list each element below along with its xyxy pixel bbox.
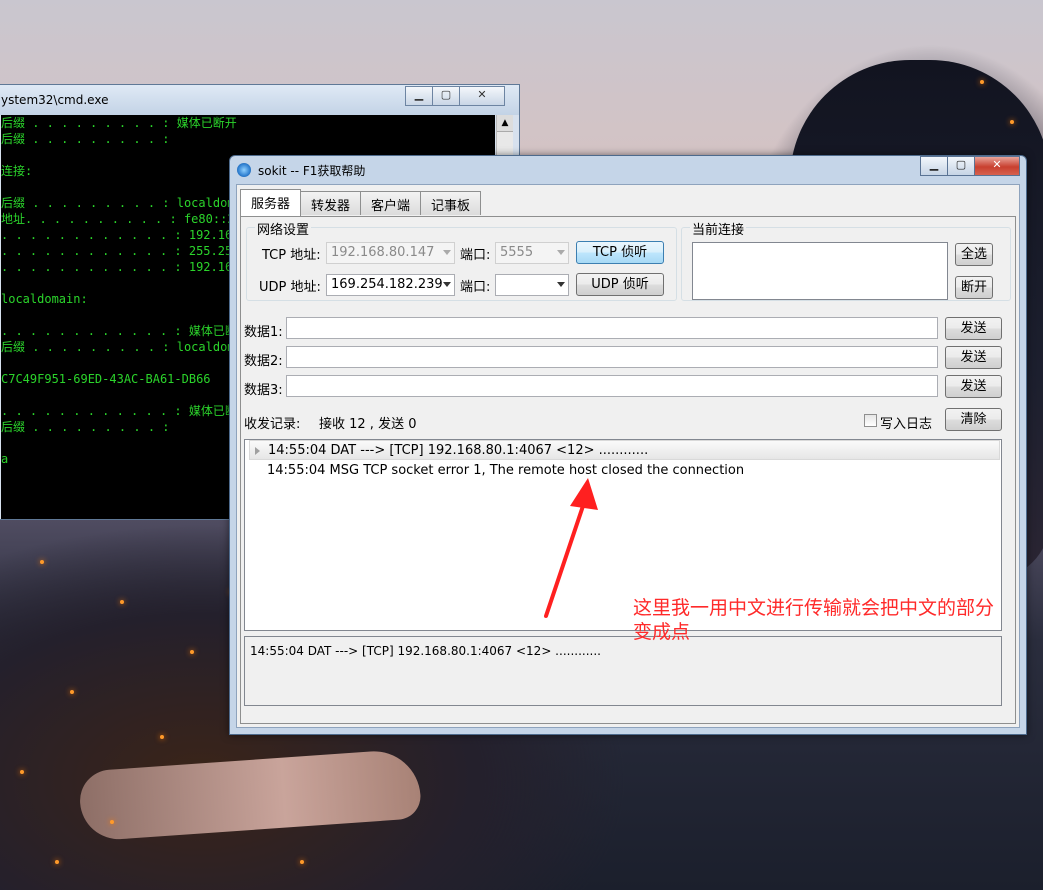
- current-connection-title: 当前连接: [690, 219, 747, 238]
- chevron-down-icon: [443, 250, 451, 255]
- tcp-port-value: 5555: [500, 245, 534, 260]
- sokit-title: sokit -- F1获取帮助: [258, 164, 366, 178]
- minimize-button[interactable]: ▁: [920, 156, 948, 176]
- udp-port-label: 端口:: [460, 280, 491, 295]
- console-line: 后缀 . . . . . . . . . :: [1, 132, 170, 146]
- data1-label: 数据1:: [244, 325, 283, 340]
- close-button[interactable]: ✕: [459, 86, 505, 106]
- data2-input[interactable]: [286, 346, 938, 368]
- log-title: 收发记录:: [244, 417, 301, 432]
- write-log-label: 写入日志: [880, 417, 933, 432]
- maximize-button[interactable]: ▢: [432, 86, 460, 106]
- tab-forwarder[interactable]: 转发器: [300, 191, 362, 215]
- network-settings-title: 网络设置: [255, 219, 312, 238]
- minimize-button[interactable]: ▁: [405, 86, 433, 106]
- log-entry-text: 14:55:04 DAT ---> [TCP] 192.168.80.1:406…: [268, 443, 649, 458]
- tcp-listen-button[interactable]: TCP 侦听: [576, 241, 664, 264]
- tcp-address-label: TCP 地址:: [262, 248, 321, 263]
- data1-input[interactable]: [286, 317, 938, 339]
- udp-address-label: UDP 地址:: [259, 280, 321, 295]
- sokit-app-icon: [237, 163, 251, 177]
- expand-arrow-icon[interactable]: [255, 447, 260, 455]
- tcp-port-label: 端口:: [460, 248, 491, 263]
- cmd-titlebar[interactable]: ystem32\cmd.exe ▁ ▢ ✕: [0, 85, 519, 115]
- clear-button[interactable]: 清除: [945, 408, 1002, 431]
- udp-listen-button[interactable]: UDP 侦听: [576, 273, 664, 296]
- udp-address-combo[interactable]: 169.254.182.239: [326, 274, 455, 296]
- send-data2-button[interactable]: 发送: [945, 346, 1002, 369]
- log-detail-text: 14:55:04 DAT ---> [TCP] 192.168.80.1:406…: [250, 644, 601, 658]
- scroll-up-icon[interactable]: ▲: [497, 115, 513, 132]
- log-detail-pane[interactable]: 14:55:04 DAT ---> [TCP] 192.168.80.1:406…: [244, 636, 1002, 706]
- data3-input[interactable]: [286, 375, 938, 397]
- close-button[interactable]: ✕: [974, 156, 1020, 176]
- annotation-note: 这里我一用中文进行传输就会把中文的部分变成点: [633, 597, 995, 643]
- cmd-title: ystem32\cmd.exe: [1, 93, 109, 107]
- maximize-button[interactable]: ▢: [947, 156, 975, 176]
- log-stats: 接收 12 , 发送 0: [319, 417, 417, 432]
- chevron-down-icon: [557, 250, 565, 255]
- data3-label: 数据3:: [244, 383, 283, 398]
- tab-server[interactable]: 服务器: [240, 189, 302, 216]
- tab-notepad[interactable]: 记事板: [420, 191, 482, 215]
- log-row[interactable]: 14:55:04 MSG TCP socket error 1, The rem…: [267, 461, 1000, 481]
- send-data3-button[interactable]: 发送: [945, 375, 1002, 398]
- data2-label: 数据2:: [244, 354, 283, 369]
- wallpaper-figure-arm: [77, 748, 423, 842]
- tab-bar: 服务器 转发器 客户端 记事板: [240, 189, 482, 216]
- tcp-port-combo[interactable]: 5555: [495, 242, 569, 264]
- log-row[interactable]: 14:55:04 DAT ---> [TCP] 192.168.80.1:406…: [249, 440, 1000, 460]
- disconnect-button[interactable]: 断开: [955, 276, 993, 299]
- log-entry-text: 14:55:04 MSG TCP socket error 1, The rem…: [267, 463, 745, 478]
- sokit-titlebar[interactable]: sokit -- F1获取帮助 ▁ ▢ ✕: [230, 156, 1026, 184]
- current-connection-group: 当前连接 全选 断开: [681, 219, 1011, 301]
- chevron-down-icon: [557, 282, 565, 287]
- console-line: 后缀 . . . . . . . . . : 媒体已断开: [1, 116, 237, 130]
- tcp-address-value: 192.168.80.147: [331, 245, 435, 260]
- tab-client[interactable]: 客户端: [360, 191, 422, 215]
- server-tab-panel: 网络设置 TCP 地址: 192.168.80.147 端口: 5555 TCP…: [240, 216, 1016, 724]
- send-data1-button[interactable]: 发送: [945, 317, 1002, 340]
- select-all-button[interactable]: 全选: [955, 243, 993, 266]
- sokit-window[interactable]: sokit -- F1获取帮助 ▁ ▢ ✕ 服务器 转发器 客户端 记事板 网络…: [229, 155, 1027, 735]
- udp-address-value: 169.254.182.239: [331, 277, 443, 292]
- sokit-client-area: 服务器 转发器 客户端 记事板 网络设置 TCP 地址: 192.168.80.…: [236, 184, 1020, 728]
- tcp-address-combo[interactable]: 192.168.80.147: [326, 242, 455, 264]
- connection-list[interactable]: [692, 242, 948, 300]
- write-log-checkbox[interactable]: [864, 414, 877, 427]
- chevron-down-icon: [443, 282, 451, 287]
- udp-port-combo[interactable]: [495, 274, 569, 296]
- network-settings-group: 网络设置 TCP 地址: 192.168.80.147 端口: 5555 TCP…: [246, 219, 677, 301]
